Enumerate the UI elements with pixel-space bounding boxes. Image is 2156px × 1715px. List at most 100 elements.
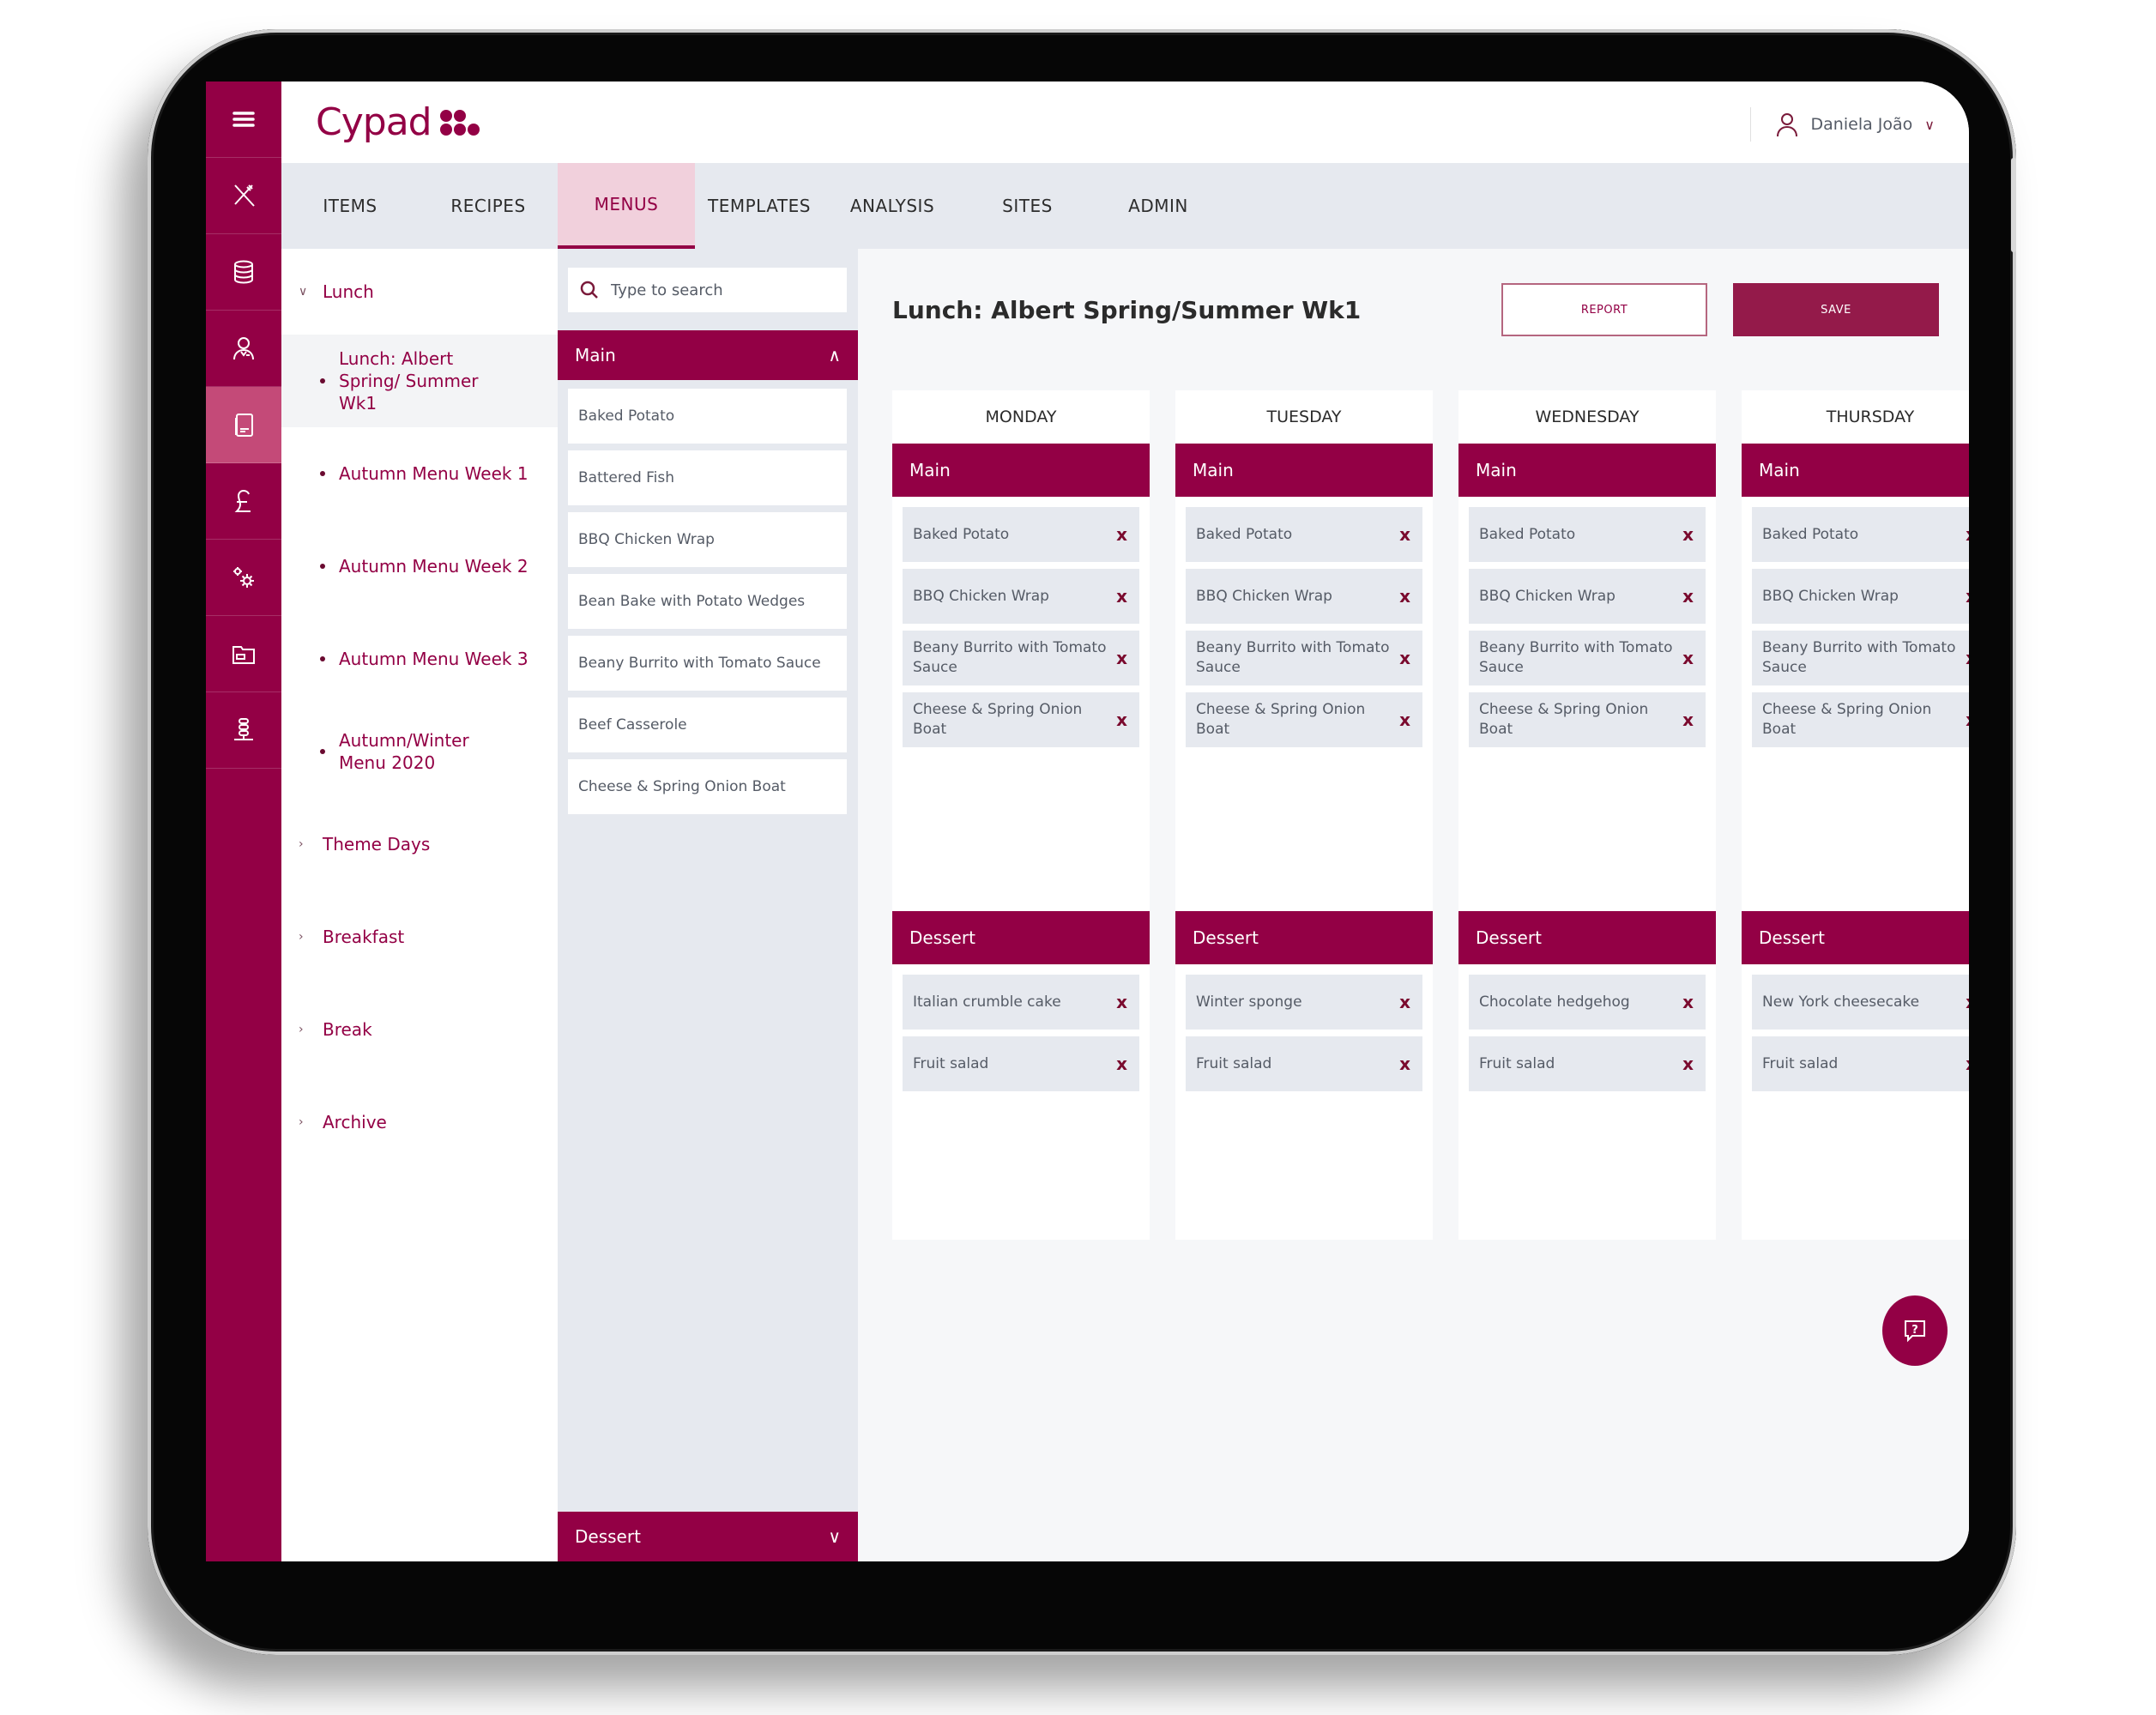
tab-items[interactable]: ITEMS [281,163,419,249]
menu-entry[interactable]: Cheese & Spring Onion Boat x [903,692,1139,747]
item-picker: Main ∧ Baked Potato Battered Fish BBQ Ch… [558,249,858,1561]
menu-entry[interactable]: Baked Potato x [1752,507,1969,562]
menu-entry[interactable]: Fruit salad x [1752,1036,1969,1091]
remove-icon[interactable]: x [1399,709,1410,732]
menu-entry-label: Fruit salad [1762,1054,1839,1072]
picker-item[interactable]: Battered Fish [568,450,847,505]
remove-icon[interactable]: x [1966,991,1969,1014]
remove-icon[interactable]: x [1966,647,1969,670]
remove-icon[interactable]: x [1116,523,1127,547]
tree-item-autumn-week-2[interactable]: Autumn Menu Week 2 [281,520,558,613]
tab-admin[interactable]: ADMIN [1094,163,1223,249]
course-list-dessert: Winter sponge x Fruit salad x [1175,964,1433,1091]
bullet-icon [320,656,325,661]
menu-entry[interactable]: Italian crumble cake x [903,975,1139,1030]
tree-group-breakfast[interactable]: › Breakfast [281,891,558,983]
picker-item[interactable]: Baked Potato [568,389,847,444]
remove-icon[interactable]: x [1682,585,1694,608]
remove-icon[interactable]: x [1682,1053,1694,1076]
chevron-right-icon: › [299,837,304,851]
tree-item-lunch-albert[interactable]: Lunch: Albert Spring/ Summer Wk1 [281,335,558,427]
rail-database[interactable] [206,234,281,311]
remove-icon[interactable]: x [1116,1053,1127,1076]
category-label: Main [575,345,616,365]
tree-group-lunch[interactable]: ∨ Lunch [281,249,558,335]
menu-entry[interactable]: Winter sponge x [1186,975,1422,1030]
save-button[interactable]: SAVE [1733,283,1939,336]
remove-icon[interactable]: x [1682,709,1694,732]
remove-icon[interactable]: x [1682,523,1694,547]
rail-items[interactable] [206,158,281,234]
menu-entry[interactable]: Baked Potato x [1469,507,1706,562]
rail-settings[interactable] [206,540,281,616]
remove-icon[interactable]: x [1399,523,1410,547]
menu-entry[interactable]: Beany Burrito with Tomato Sauce x [1469,631,1706,685]
picker-category-dessert[interactable]: Dessert ∨ [558,1512,858,1561]
remove-icon[interactable]: x [1116,647,1127,670]
tab-templates[interactable]: TEMPLATES [695,163,824,249]
remove-icon[interactable]: x [1116,709,1127,732]
search-input[interactable] [611,281,834,299]
tab-analysis[interactable]: ANALYSIS [824,163,961,249]
menu-entry[interactable]: Cheese & Spring Onion Boat x [1186,692,1422,747]
remove-icon[interactable]: x [1399,991,1410,1014]
remove-icon[interactable]: x [1116,585,1127,608]
remove-icon[interactable]: x [1966,523,1969,547]
day-column-monday: MONDAY Main Baked Potato x BBQ Chicken Wrap x… [892,390,1150,1240]
menu-entry[interactable]: New York cheesecake x [1752,975,1969,1030]
rail-menus[interactable] [206,387,281,463]
remove-icon[interactable]: x [1682,991,1694,1014]
picker-category-main[interactable]: Main ∧ [558,330,858,380]
picker-item[interactable]: Cheese & Spring Onion Boat [568,759,847,814]
course-header-dessert: Dessert [892,911,1150,964]
help-button[interactable]: ? [1882,1295,1948,1366]
tree-group-archive[interactable]: › Archive [281,1076,558,1168]
menu-entry[interactable]: Baked Potato x [1186,507,1422,562]
search-box[interactable] [568,268,847,312]
tab-menus[interactable]: MENUS [558,163,695,249]
remove-icon[interactable]: x [1399,585,1410,608]
menu-entry[interactable]: Cheese & Spring Onion Boat x [1752,692,1969,747]
cypad-logo[interactable]: Cypad [316,100,480,144]
menu-entry[interactable]: Baked Potato x [903,507,1139,562]
tree-item-autumn-week-1[interactable]: Autumn Menu Week 1 [281,427,558,520]
menu-entry[interactable]: Chocolate hedgehog x [1469,975,1706,1030]
menu-entry[interactable]: Beany Burrito with Tomato Sauce x [903,631,1139,685]
menu-entry[interactable]: Cheese & Spring Onion Boat x [1469,692,1706,747]
tab-sites[interactable]: SITES [961,163,1094,249]
picker-item[interactable]: BBQ Chicken Wrap [568,512,847,567]
menu-entry[interactable]: Fruit salad x [1469,1036,1706,1091]
tree-group-theme-days[interactable]: › Theme Days [281,798,558,891]
remove-icon[interactable]: x [1966,1053,1969,1076]
menu-entry[interactable]: BBQ Chicken Wrap x [1752,569,1969,624]
menu-entry-label: Beany Burrito with Tomato Sauce [913,639,1107,676]
menu-entry[interactable]: BBQ Chicken Wrap x [1186,569,1422,624]
menu-entry[interactable]: BBQ Chicken Wrap x [1469,569,1706,624]
tree-group-break[interactable]: › Break [281,983,558,1076]
tab-recipes[interactable]: RECIPES [419,163,558,249]
tree-item-autumn-winter-2020[interactable]: Autumn/Winter Menu 2020 [281,705,558,798]
tree-item-autumn-week-3[interactable]: Autumn Menu Week 3 [281,613,558,705]
course-list-main: Baked Potatox BBQ Chicken Wrapx Beany Burr… [1458,497,1716,747]
picker-item[interactable]: Beef Casserole [568,697,847,752]
menu-entry[interactable]: Fruit salad x [1186,1036,1422,1091]
rail-menu-toggle[interactable] [206,82,281,158]
picker-item[interactable]: Bean Bake with Potato Wedges [568,574,847,629]
remove-icon[interactable]: x [1399,647,1410,670]
menu-entry[interactable]: Beany Burrito with Tomato Sauce x [1752,631,1969,685]
menu-entry[interactable]: BBQ Chicken Wrap x [903,569,1139,624]
remove-icon[interactable]: x [1966,709,1969,732]
remove-icon[interactable]: x [1399,1053,1410,1076]
report-button[interactable]: REPORT [1501,283,1707,336]
picker-item[interactable]: Beany Burrito with Tomato Sauce [568,636,847,691]
menu-entry[interactable]: Fruit salad x [903,1036,1139,1091]
menu-entry[interactable]: Beany Burrito with Tomato Sauce x [1186,631,1422,685]
remove-icon[interactable]: x [1682,647,1694,670]
remove-icon[interactable]: x [1116,991,1127,1014]
rail-network[interactable] [206,692,281,769]
user-menu[interactable]: Daniela João ∨ [1749,107,1935,142]
rail-files[interactable] [206,616,281,692]
remove-icon[interactable]: x [1966,585,1969,608]
rail-costs[interactable] [206,463,281,540]
rail-users[interactable] [206,311,281,387]
